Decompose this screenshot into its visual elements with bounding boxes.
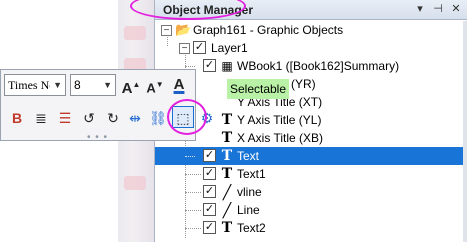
tree-connector [185,66,195,67]
toolbar-grip[interactable]: • • • [87,132,108,143]
item-checkbox[interactable]: ✓ [203,221,216,234]
chevron-down-icon: ▼ [103,80,112,90]
text-icon: T [221,148,233,164]
size-select[interactable]: 8 ▼ [70,74,116,96]
tree-item[interactable]: T X Axis Title (XB) [155,129,464,147]
item-checkbox[interactable]: ✓ [203,59,216,72]
rotate-right-icon[interactable]: ↻ [102,107,124,129]
line-icon: ╱ [222,184,232,200]
tree-layer-label: Layer1 [211,41,248,55]
line-icon: ╱ [222,202,232,218]
tree-item-label: X Axis Title (XB) [237,131,324,145]
item-checkbox[interactable]: ✓ [203,203,216,216]
dropdown-icon[interactable]: ▾ [413,2,427,16]
tree-connector [185,174,201,175]
tooltip: Selectable [227,79,289,99]
list-format-icon[interactable]: ☰ [54,107,76,129]
tree-item[interactable]: ✓ ╱ vline [155,183,464,201]
rotate-left-icon[interactable]: ↺ [78,107,100,129]
tree-item-selected[interactable]: ✓ T Text [155,147,464,165]
close-icon[interactable]: ✕ [449,2,463,16]
table-icon: ▦ [221,59,233,73]
tree-item[interactable]: ✓ ╱ Line [155,201,464,219]
size-value: 8 [74,78,81,92]
tree-item-label: Text [237,149,260,163]
pin-icon[interactable]: ⊣ [431,2,445,16]
font-color-icon[interactable]: A [168,74,190,96]
align-icon[interactable]: ≣ [30,107,52,129]
tree-item[interactable]: (YR) [155,75,464,93]
item-checkbox[interactable]: ✓ [203,149,216,162]
tree-root-label: Graph161 - Graphic Objects [193,23,344,37]
font-value: Times New Roman [8,78,50,92]
tree-connector [185,210,201,211]
highlight-ellipse [167,99,207,135]
tree-item-label: Y Axis Title (YL) [237,113,322,127]
text-icon: T [221,130,233,146]
collapse-toggle[interactable]: − [161,25,172,36]
tree-item-label: (YR) [291,77,316,91]
text-icon: T [221,220,233,236]
tree-connector [185,192,201,193]
tree-item-label: Line [237,203,260,217]
tree-layer[interactable]: − ✓ Layer1 [155,39,464,57]
tree-item-label: vline [237,185,262,199]
decrease-font-size-icon[interactable]: A▼ [144,74,166,96]
increase-font-size-icon[interactable]: A▲ [120,74,142,97]
tree-root[interactable]: − 📂 Graph161 - Graphic Objects [155,21,464,39]
tree-item-label: Text1 [237,167,266,181]
background-mark [124,176,146,190]
tree-item[interactable]: ✓ ▦ WBook1 ([Book162]Summary) [155,57,464,75]
tree-item[interactable]: ✓ T Text1 [155,165,464,183]
tree-item-label: Text2 [237,221,266,235]
item-checkbox[interactable]: ✓ [203,185,216,198]
background-mark [124,26,146,40]
link-icon[interactable]: ⛓ [147,107,169,129]
panel-scrollbar[interactable] [463,21,467,242]
item-checkbox[interactable]: ✓ [203,167,216,180]
tree-connector [185,156,195,157]
collapse-toggle[interactable]: − [179,43,190,54]
font-select[interactable]: Times New Roman ▼ [4,74,66,96]
bold-toggle-icon[interactable]: B [6,107,28,129]
chevron-down-icon: ▼ [53,80,62,90]
folder-icon: 📂 [175,22,192,37]
layer-checkbox[interactable]: ✓ [193,41,206,54]
text-icon: T [221,112,233,128]
panel-controls: ▾ ⊣ ✕ [413,2,463,16]
move-handle-icon[interactable]: ⇹ [124,107,146,129]
text-icon: T [221,166,233,182]
format-toolbar: Times New Roman ▼ 8 ▼ A▲ A▼ A B ≣ ☰ ↺ ↻ … [0,69,213,143]
tree-item[interactable]: ✓ T Text2 [155,219,464,237]
tree-item-label: WBook1 ([Book162]Summary) [237,59,400,73]
tree-connector [185,228,201,229]
